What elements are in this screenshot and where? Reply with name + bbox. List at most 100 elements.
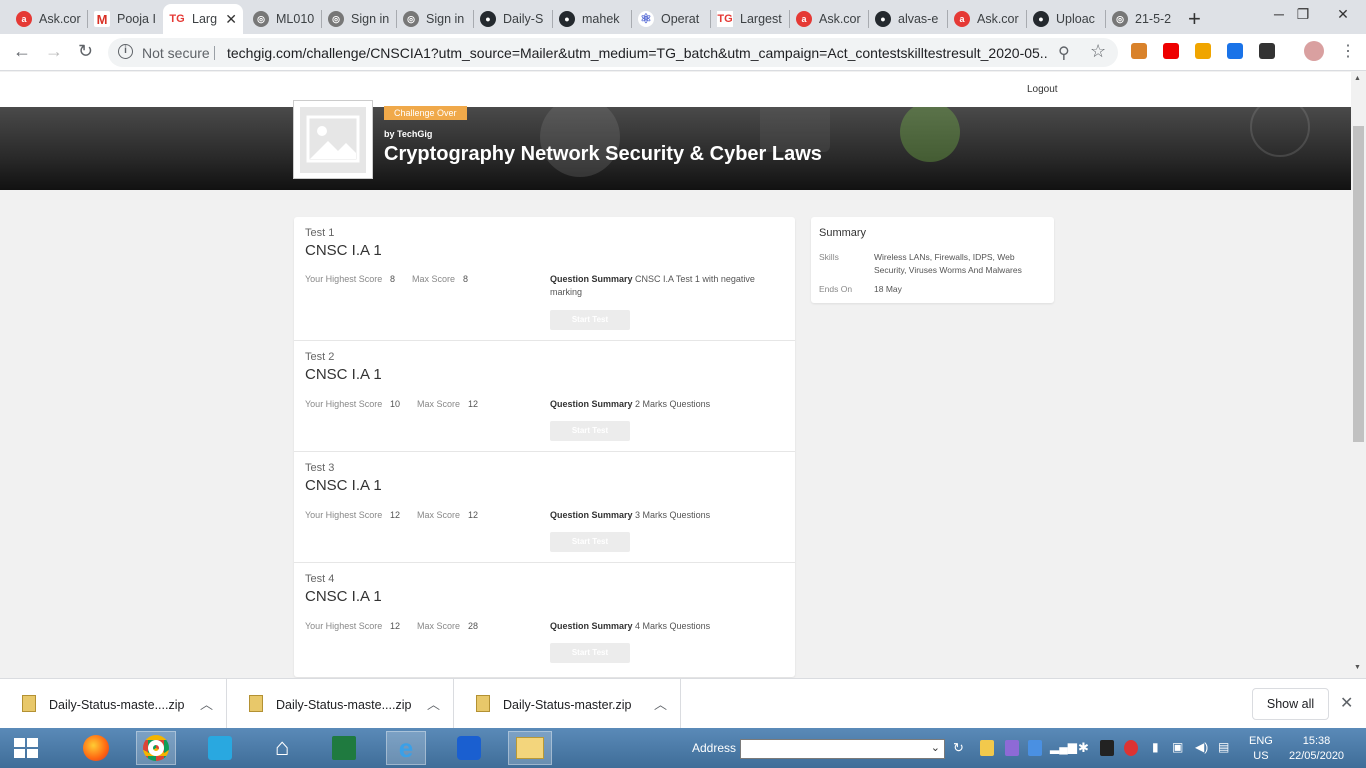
- tab-ask-3[interactable]: a Ask.cor: [948, 4, 1026, 34]
- show-all-button[interactable]: Show all: [1252, 688, 1329, 720]
- question-summary: Question Summary 4 Marks Questions: [550, 621, 711, 631]
- tray-app-icon[interactable]: [1005, 740, 1019, 756]
- info-icon[interactable]: i: [118, 44, 133, 59]
- reload-icon[interactable]: ↻: [78, 41, 93, 62]
- max-score-label: Max Score: [412, 274, 456, 284]
- question-summary: Question Summary 2 Marks Questions: [550, 399, 711, 409]
- forward-icon[interactable]: →: [45, 41, 63, 62]
- tab-ask-1[interactable]: a Ask.cor: [10, 4, 88, 34]
- language-indicator[interactable]: ENG US: [1249, 734, 1273, 764]
- address-toolbar-input[interactable]: ⌄: [740, 739, 945, 759]
- antivirus-icon[interactable]: [1124, 740, 1138, 756]
- test-name: CNSC I.A 1: [305, 242, 382, 259]
- close-downloads-icon[interactable]: ✕: [1340, 693, 1353, 713]
- start-test-button[interactable]: Start Test: [550, 643, 630, 663]
- url-text[interactable]: techgig.com/challenge/CNSCIA1?utm_source…: [227, 45, 1047, 61]
- scroll-down-icon[interactable]: ▼: [1354, 664, 1361, 671]
- excel-icon[interactable]: [324, 731, 364, 765]
- tab-github-upload[interactable]: ● Uploac: [1027, 4, 1105, 34]
- profile-avatar[interactable]: [1304, 41, 1324, 61]
- start-test-button[interactable]: Start Test: [550, 421, 630, 441]
- firefox-icon[interactable]: [76, 731, 116, 765]
- tab-21-5[interactable]: ◎ 21-5-2: [1106, 4, 1180, 34]
- zip-file-icon: [249, 695, 263, 712]
- close-tab-icon[interactable]: ✕: [225, 11, 237, 28]
- page-scrollbar[interactable]: ▲ ▼: [1351, 72, 1366, 678]
- test-name: CNSC I.A 1: [305, 588, 382, 605]
- max-score-value: 8: [463, 274, 469, 284]
- globe-icon: ◎: [253, 11, 269, 27]
- new-tab-button[interactable]: +: [1188, 6, 1201, 32]
- tab-github-mahek[interactable]: ● mahek: [553, 4, 631, 34]
- test-number: Test 4: [305, 573, 335, 585]
- scrollbar-thumb[interactable]: [1353, 126, 1364, 442]
- address-bar[interactable]: i Not secure techgig.com/challenge/CNSCI…: [108, 38, 1118, 67]
- chevron-up-icon[interactable]: ︿: [200, 694, 213, 713]
- download-item[interactable]: Daily-Status-master.zip ︿: [454, 679, 681, 729]
- start-test-button[interactable]: Start Test: [550, 532, 630, 552]
- scroll-up-icon[interactable]: ▲: [1354, 75, 1361, 82]
- chrome-icon[interactable]: [136, 731, 176, 765]
- chevron-up-icon[interactable]: ︿: [654, 694, 667, 713]
- tab-signin-1[interactable]: ◎ Sign in: [322, 4, 396, 34]
- windows-logo-icon: [14, 738, 38, 758]
- chevron-down-icon[interactable]: ⌄: [931, 741, 940, 754]
- tab-github-daily[interactable]: ● Daily-S: [474, 4, 552, 34]
- tray-app-icon[interactable]: [1028, 740, 1042, 756]
- challenge-author: by TechGig: [384, 129, 433, 139]
- extension-icon[interactable]: [1131, 43, 1147, 59]
- menu-icon[interactable]: ⋮: [1340, 41, 1356, 61]
- signal-icon[interactable]: ▂▄▆: [1050, 740, 1077, 756]
- tab-techgig-active[interactable]: TG Larg ✕: [163, 4, 243, 34]
- tab-ask-2[interactable]: a Ask.cor: [790, 4, 868, 34]
- clapper-extension-icon[interactable]: [1259, 43, 1275, 59]
- start-button[interactable]: [6, 731, 46, 765]
- max-score-label: Max Score: [417, 621, 461, 631]
- file-explorer-icon[interactable]: [508, 731, 552, 765]
- github-icon: ●: [480, 11, 496, 27]
- youtube-icon[interactable]: [1163, 43, 1179, 59]
- tab-gmail[interactable]: M Pooja I: [88, 4, 166, 34]
- max-score-value: 12: [468, 399, 479, 409]
- bluetooth-icon[interactable]: ✱: [1078, 740, 1092, 756]
- zip-file-icon: [22, 695, 36, 712]
- battery-icon[interactable]: ▮: [1152, 740, 1166, 756]
- test-card: Test 1 CNSC I.A 1 Your Highest Score 8 M…: [294, 217, 795, 341]
- tab-operat[interactable]: ⚛ Operat: [632, 4, 710, 34]
- taskbar: ⌂ e Address ⌄ ↻ ▂▄▆ ✱ ▮ ▣ ◀) ▤ ENG US 15…: [0, 728, 1366, 768]
- bookmark-star-icon[interactable]: ☆: [1090, 41, 1106, 62]
- back-icon[interactable]: ←: [13, 41, 31, 62]
- download-item[interactable]: Daily-Status-maste....zip ︿: [0, 679, 227, 729]
- test-card: Test 3 CNSC I.A 1 Your Highest Score 12 …: [294, 452, 795, 563]
- tab-github-alvas[interactable]: ● alvas-e: [869, 4, 947, 34]
- camera-icon[interactable]: [1100, 740, 1114, 756]
- store-icon[interactable]: [200, 731, 240, 765]
- maxthon-icon[interactable]: [449, 731, 489, 765]
- start-test-button[interactable]: Start Test: [550, 310, 630, 330]
- tab-signin-2[interactable]: ◎ Sign in: [397, 4, 473, 34]
- tab-largest[interactable]: TG Largest: [711, 4, 789, 34]
- tray-app-icon[interactable]: [980, 740, 994, 756]
- download-extension-icon[interactable]: [1195, 43, 1211, 59]
- volume-icon[interactable]: ◀): [1195, 740, 1209, 756]
- home-icon[interactable]: ⌂: [262, 731, 302, 765]
- clock[interactable]: 15:38 22/05/2020: [1289, 734, 1344, 764]
- gmail-icon: M: [94, 11, 110, 27]
- action-center-icon[interactable]: ▤: [1218, 740, 1232, 756]
- globe-icon: ◎: [328, 11, 344, 27]
- internet-explorer-icon[interactable]: e: [386, 731, 426, 765]
- logout-link[interactable]: Logout: [1027, 84, 1058, 95]
- network-icon[interactable]: ▣: [1172, 740, 1186, 756]
- page-title: Cryptography Network Security & Cyber La…: [384, 143, 822, 165]
- chevron-up-icon[interactable]: ︿: [427, 694, 440, 713]
- tab-ml010[interactable]: ◎ ML010: [247, 4, 321, 34]
- search-extension-icon[interactable]: [1227, 43, 1243, 59]
- github-icon: ●: [875, 11, 891, 27]
- download-item[interactable]: Daily-Status-maste....zip ︿: [227, 679, 454, 729]
- close-window-button[interactable]: ✕: [1320, 0, 1366, 30]
- page-viewport: Logout Challenge Over by TechGig Cryptog…: [0, 72, 1351, 678]
- tab-strip: a Ask.cor M Pooja I TG Larg ✕ ◎ ML010 ◎ …: [0, 0, 1366, 34]
- refresh-icon[interactable]: ↻: [953, 740, 967, 756]
- max-score-value: 12: [468, 510, 479, 520]
- search-icon[interactable]: ⚲: [1058, 43, 1070, 63]
